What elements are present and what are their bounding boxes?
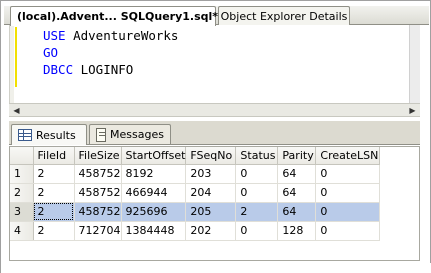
table-row[interactable]: 1 2 458752 8192 203 0 64 0 — [10, 164, 381, 184]
table-cell[interactable]: 0 — [315, 221, 381, 241]
table-cell[interactable]: 202 — [185, 221, 237, 241]
bottom-edge — [1, 263, 431, 273]
table-cell[interactable]: 0 — [235, 183, 279, 203]
header-row: FileId FileSize StartOffset FSeqNo Statu… — [10, 147, 381, 165]
editor-margin — [10, 25, 14, 103]
table-cell[interactable]: 203 — [185, 164, 237, 184]
sql-identifier: AdventureWorks — [65, 28, 179, 43]
table-cell[interactable]: 2 — [33, 164, 75, 184]
table-cell[interactable]: 458752 — [74, 183, 122, 203]
table-cell[interactable]: 0 — [235, 221, 279, 241]
code-line: DBCC LOGINFO — [43, 61, 133, 78]
scroll-right-icon[interactable]: ▶ — [406, 105, 419, 116]
table-cell[interactable]: 64 — [277, 183, 317, 203]
results-tab-strip: Results Messages — [9, 121, 420, 145]
tab-messages-label: Messages — [110, 128, 164, 141]
column-header-createlsn[interactable]: CreateLSN — [315, 147, 381, 165]
column-header-fileid[interactable]: FileId — [33, 147, 75, 165]
sql-identifier: LOGINFO — [73, 62, 134, 77]
query-editor[interactable]: USE AdventureWorks GO DBCC LOGINFO — [9, 25, 420, 103]
sql-keyword: GO — [43, 45, 59, 60]
column-header-status[interactable]: Status — [235, 147, 279, 165]
table-cell[interactable]: 2 — [33, 221, 75, 241]
table-cell[interactable]: 2 — [235, 202, 279, 222]
column-header-fseqno[interactable]: FSeqNo — [185, 147, 237, 165]
row-header[interactable]: 4 — [10, 221, 34, 241]
tab-object-explorer-details[interactable]: Object Explorer Details — [218, 6, 350, 25]
row-header[interactable]: 1 — [10, 164, 34, 184]
results-table: FileId FileSize StartOffset FSeqNo Statu… — [10, 147, 381, 241]
table-row[interactable]: 4 2 712704 1384448 202 0 128 0 — [10, 221, 381, 241]
document-tab-strip: (local).Advent... SQLQuery1.sql* Object … — [4, 6, 429, 26]
editor-vertical-scrollbar[interactable] — [409, 25, 420, 103]
sql-keyword: DBCC — [43, 62, 74, 77]
code-line: USE AdventureWorks — [43, 27, 178, 44]
table-cell[interactable]: 0 — [315, 183, 381, 203]
table-row[interactable]: 2 2 458752 466944 204 0 64 0 — [10, 183, 381, 203]
row-header[interactable]: 3 — [10, 202, 34, 222]
sql-keyword: USE — [43, 28, 66, 43]
table-cell[interactable]: 205 — [185, 202, 237, 222]
table-cell[interactable]: 0 — [315, 202, 381, 222]
table-cell[interactable]: 1384448 — [121, 221, 187, 241]
table-cell[interactable]: 466944 — [121, 183, 187, 203]
code-line: GO — [43, 44, 58, 61]
column-header-startoffset[interactable]: StartOffset — [121, 147, 187, 165]
table-cell[interactable]: 64 — [277, 202, 317, 222]
column-header-filesize[interactable]: FileSize — [74, 147, 122, 165]
tab-results[interactable]: Results — [11, 124, 87, 145]
table-cell[interactable]: 0 — [235, 164, 279, 184]
table-cell[interactable]: 64 — [277, 164, 317, 184]
table-cell[interactable]: 925696 — [121, 202, 187, 222]
table-cell[interactable]: 204 — [185, 183, 237, 203]
results-grid[interactable]: FileId FileSize StartOffset FSeqNo Statu… — [9, 146, 420, 261]
table-cell[interactable]: 458752 — [74, 164, 122, 184]
table-row-selected[interactable]: 3 2 458752 925696 205 2 64 0 — [10, 202, 381, 222]
table-cell[interactable]: 8192 — [121, 164, 187, 184]
grid-corner[interactable] — [10, 147, 34, 165]
grid-icon — [18, 129, 32, 141]
table-cell[interactable]: 2 — [33, 183, 75, 203]
messages-icon — [96, 127, 107, 142]
column-header-parity[interactable]: Parity — [277, 147, 317, 165]
table-cell[interactable]: 0 — [315, 164, 381, 184]
editor-horizontal-scrollbar[interactable]: ◀ ▶ — [9, 103, 420, 117]
table-cell-focused[interactable]: 2 — [33, 202, 75, 222]
tab-messages[interactable]: Messages — [89, 124, 171, 144]
table-cell[interactable]: 458752 — [74, 202, 122, 222]
row-header[interactable]: 2 — [10, 183, 34, 203]
scroll-left-icon[interactable]: ◀ — [10, 105, 23, 116]
tab-results-label: Results — [36, 128, 76, 142]
table-cell[interactable]: 128 — [277, 221, 317, 241]
table-cell[interactable]: 712704 — [74, 221, 122, 241]
change-indicator — [15, 27, 17, 87]
tab-sqlquery1[interactable]: (local).Advent... SQLQuery1.sql* — [10, 6, 218, 26]
query-window: (local).Advent... SQLQuery1.sql* Object … — [0, 0, 431, 273]
